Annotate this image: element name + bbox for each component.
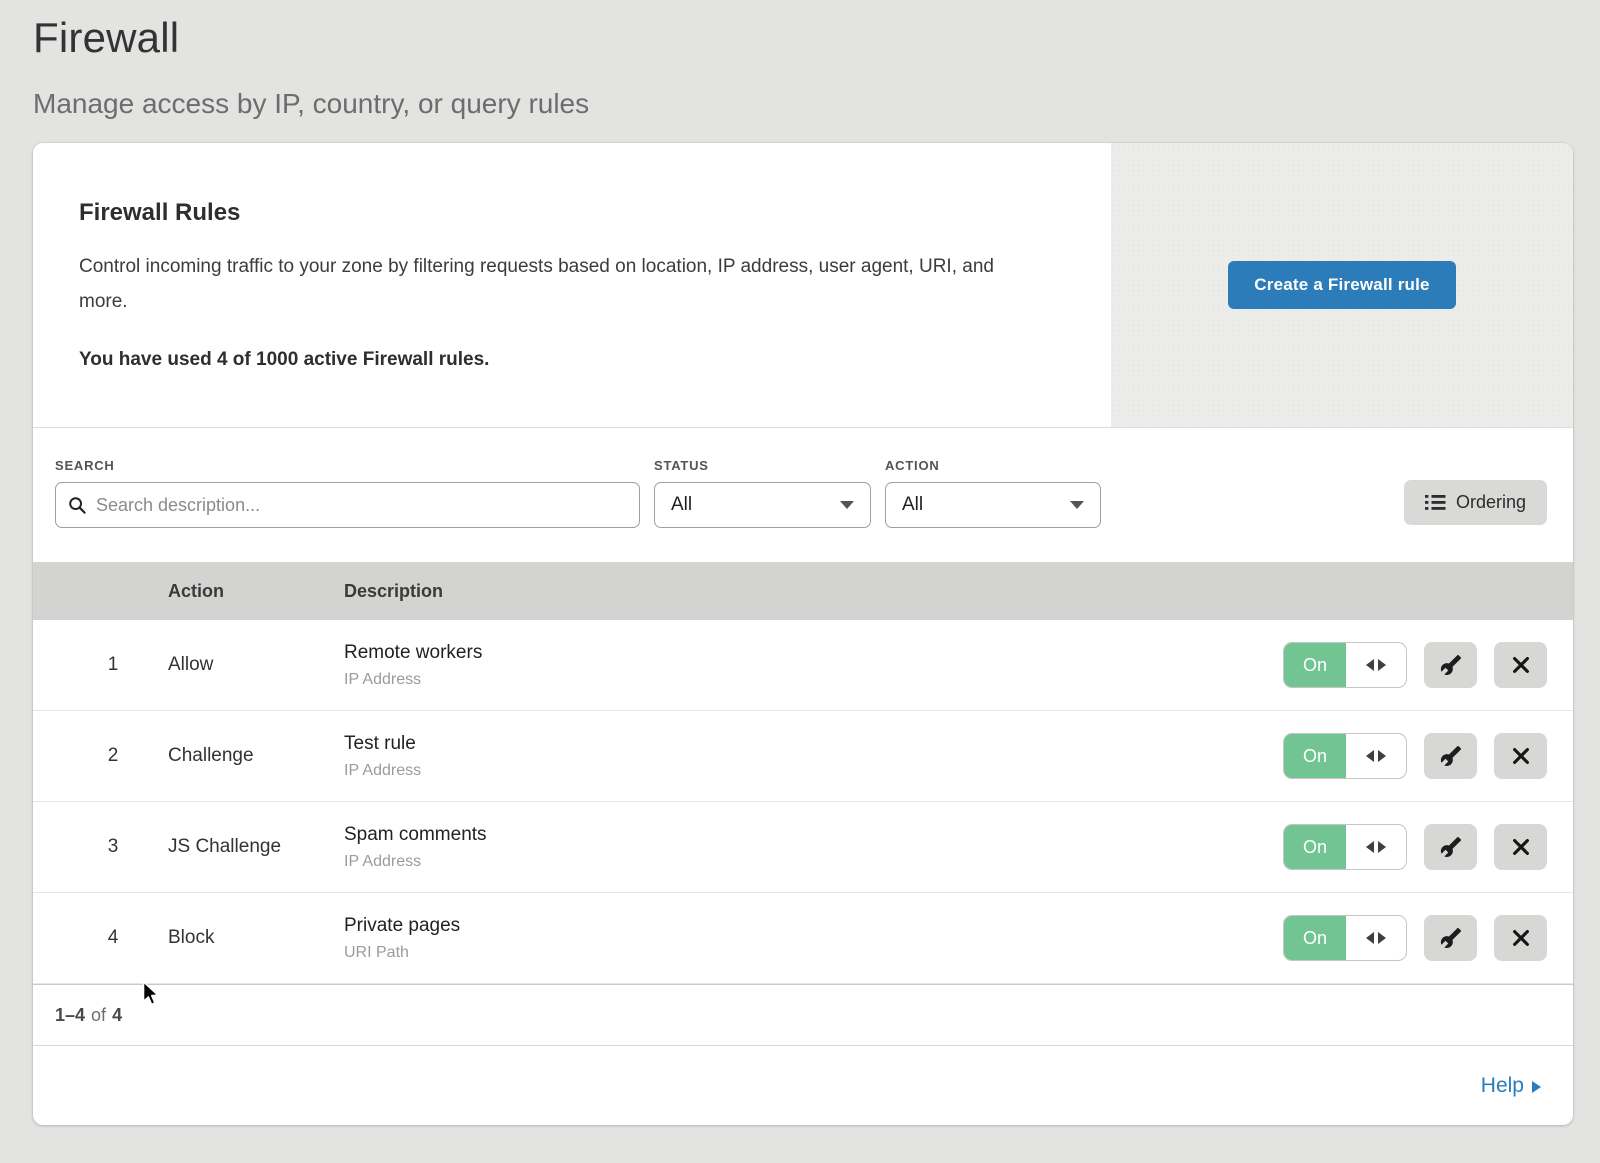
toggle-arrows-icon	[1346, 643, 1406, 687]
arrow-right-icon	[1532, 1081, 1541, 1093]
search-filter: SEARCH	[55, 458, 640, 528]
toggle-arrows-icon	[1346, 734, 1406, 778]
rule-action: JS Challenge	[168, 836, 344, 858]
search-input[interactable]	[96, 495, 627, 516]
help-link[interactable]: Help	[1481, 1074, 1541, 1098]
delete-rule-button[interactable]	[1494, 733, 1547, 779]
rule-description-cell: Test rule IP Address	[344, 733, 1283, 780]
chevron-down-icon	[840, 501, 854, 509]
rule-field: IP Address	[344, 671, 1283, 689]
create-firewall-rule-button[interactable]: Create a Firewall rule	[1228, 261, 1455, 309]
rule-field: URI Path	[344, 944, 1283, 962]
rule-field: IP Address	[344, 762, 1283, 780]
search-input-wrap	[55, 482, 640, 528]
rule-controls: On	[1283, 824, 1547, 870]
search-icon	[68, 496, 87, 515]
action-select-value: All	[902, 494, 923, 516]
table-row: 2 Challenge Test rule IP Address On	[33, 711, 1573, 802]
rule-description-cell: Spam comments IP Address	[344, 824, 1283, 871]
rule-status-toggle[interactable]: On	[1283, 642, 1407, 688]
toggle-on-label: On	[1284, 825, 1346, 869]
wrench-icon	[1440, 654, 1462, 676]
status-filter: STATUS All	[640, 458, 871, 528]
card-footer: Help	[33, 1045, 1573, 1125]
table-header: Action Description	[33, 562, 1573, 620]
x-icon	[1510, 745, 1532, 767]
x-icon	[1510, 654, 1532, 676]
ordering-button[interactable]: Ordering	[1404, 480, 1547, 525]
rule-controls: On	[1283, 733, 1547, 779]
rule-action: Block	[168, 927, 344, 949]
rule-controls: On	[1283, 642, 1547, 688]
column-header-description: Description	[344, 581, 1547, 602]
rule-status-toggle[interactable]: On	[1283, 824, 1407, 870]
page-subtitle: Manage access by IP, country, or query r…	[33, 88, 1560, 120]
card-description: Control incoming traffic to your zone by…	[79, 249, 1029, 319]
status-select-value: All	[671, 494, 692, 516]
card-title: Firewall Rules	[79, 199, 1051, 227]
status-label: STATUS	[654, 458, 871, 473]
x-icon	[1510, 836, 1532, 858]
action-label: ACTION	[885, 458, 1101, 473]
wrench-icon	[1440, 745, 1462, 767]
toggle-on-label: On	[1284, 643, 1346, 687]
toggle-on-label: On	[1284, 734, 1346, 778]
chevron-down-icon	[1070, 501, 1084, 509]
rule-priority: 4	[58, 927, 168, 949]
rule-description-cell: Private pages URI Path	[344, 915, 1283, 962]
pagination-range: 1–4	[55, 1005, 85, 1026]
usage-note: You have used 4 of 1000 active Firewall …	[79, 349, 1051, 371]
edit-rule-button[interactable]	[1424, 733, 1477, 779]
rule-description: Remote workers	[344, 642, 1283, 664]
rule-field: IP Address	[344, 853, 1283, 871]
firewall-rules-summary: Firewall Rules Control incoming traffic …	[33, 143, 1573, 428]
filters-bar: SEARCH STATUS All ACTION All	[33, 428, 1573, 562]
table-row: 1 Allow Remote workers IP Address On	[33, 620, 1573, 711]
help-link-label: Help	[1481, 1074, 1524, 1098]
rule-description: Spam comments	[344, 824, 1283, 846]
summary-text-panel: Firewall Rules Control incoming traffic …	[33, 143, 1111, 427]
search-label: SEARCH	[55, 458, 640, 473]
table-row: 3 JS Challenge Spam comments IP Address …	[33, 802, 1573, 893]
toggle-arrows-icon	[1346, 825, 1406, 869]
firewall-rules-card: Firewall Rules Control incoming traffic …	[33, 143, 1573, 1125]
create-rule-panel: Create a Firewall rule	[1111, 143, 1573, 427]
edit-rule-button[interactable]	[1424, 915, 1477, 961]
wrench-icon	[1440, 927, 1462, 949]
pagination-total: 4	[112, 1005, 122, 1026]
delete-rule-button[interactable]	[1494, 915, 1547, 961]
toggle-on-label: On	[1284, 916, 1346, 960]
rule-action: Allow	[168, 654, 344, 676]
rule-description-cell: Remote workers IP Address	[344, 642, 1283, 689]
edit-rule-button[interactable]	[1424, 642, 1477, 688]
list-icon	[1425, 494, 1446, 511]
page-header: Firewall Manage access by IP, country, o…	[0, 0, 1600, 120]
wrench-icon	[1440, 836, 1462, 858]
rule-description: Test rule	[344, 733, 1283, 755]
rule-priority: 3	[58, 836, 168, 858]
rule-priority: 2	[58, 745, 168, 767]
action-select[interactable]: All	[885, 482, 1101, 528]
pagination-of-label: of	[91, 1005, 106, 1026]
toggle-arrows-icon	[1346, 916, 1406, 960]
status-select[interactable]: All	[654, 482, 871, 528]
edit-rule-button[interactable]	[1424, 824, 1477, 870]
rule-controls: On	[1283, 915, 1547, 961]
rule-status-toggle[interactable]: On	[1283, 915, 1407, 961]
rule-action: Challenge	[168, 745, 344, 767]
rule-priority: 1	[58, 654, 168, 676]
action-filter: ACTION All	[871, 458, 1101, 528]
rule-description: Private pages	[344, 915, 1283, 937]
x-icon	[1510, 927, 1532, 949]
delete-rule-button[interactable]	[1494, 824, 1547, 870]
table-row: 4 Block Private pages URI Path On	[33, 893, 1573, 984]
pagination: 1–4 of 4	[33, 984, 1573, 1045]
delete-rule-button[interactable]	[1494, 642, 1547, 688]
page-title: Firewall	[33, 14, 1560, 62]
ordering-button-label: Ordering	[1456, 492, 1526, 513]
rule-status-toggle[interactable]: On	[1283, 733, 1407, 779]
column-header-action: Action	[168, 581, 344, 602]
